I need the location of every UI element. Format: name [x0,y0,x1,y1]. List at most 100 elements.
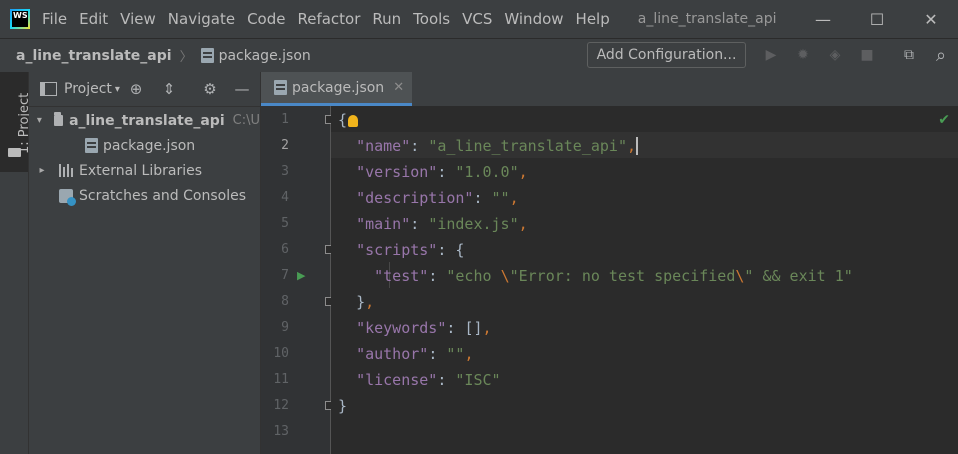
tab-label: package.json [292,79,385,96]
menu-window[interactable]: Window [498,10,569,28]
json-key: "name" [356,137,411,155]
json-value: "a_line_translate_api" [428,137,627,155]
colon: : [410,137,429,155]
tree-item-scratches[interactable]: Scratches and Consoles [29,183,260,208]
json-file-icon [274,80,287,95]
json-key: "test" [374,267,429,285]
gear-icon[interactable]: ⚙ [200,79,220,99]
tree-item-label: package.json [103,137,196,154]
menu-help[interactable]: Help [570,10,616,28]
menu-file[interactable]: File [36,10,73,28]
window-title: a_line_translate_api [637,11,777,27]
editor-gutter[interactable]: 1 2 3 4 5 6 7 8 9 10 11 12 13 ▶ [261,106,334,454]
scratches-icon [59,188,76,206]
close-button[interactable]: ✕ [904,0,958,38]
menu-edit[interactable]: Edit [73,10,114,28]
logo-text: WS [12,11,28,27]
chevron-right-icon[interactable]: ▸ [35,165,49,176]
stop-icon[interactable]: ■ [856,44,878,66]
line-number: 6 [281,242,289,257]
code-line-5: "main": "index.js", [338,211,528,237]
json-key: "main" [356,215,411,233]
tree-item-label: External Libraries [79,162,202,179]
breadcrumb-separator: 〉 [179,50,193,65]
colon: : [437,241,456,259]
editor-tab-bar: package.json ✕ [261,72,958,107]
json-key: "keywords" [356,319,447,337]
close-icon[interactable]: ✕ [393,80,404,95]
menu-navigate[interactable]: Navigate [162,10,241,28]
debug-icon[interactable]: ✹ [792,44,814,66]
line-number: 10 [273,346,289,361]
collapse-all-icon[interactable]: ⇕ [159,79,179,99]
code-line-3: "version": "1.0.0", [338,159,528,185]
project-tool-tab[interactable]: 1: Project [0,72,32,172]
code-line-7: "test": "echo \"Error: no test specified… [338,263,853,289]
colon: : [428,267,447,285]
project-view-selector[interactable]: Project [64,81,112,97]
lightbulb-icon[interactable] [348,115,359,127]
breadcrumb-file[interactable]: package.json [219,48,311,64]
tree-item-project-root[interactable]: ▾ a_line_translate_api C:\U [29,108,260,133]
json-key: "version" [356,163,438,181]
comma: , [365,293,375,311]
run-gutter-icon[interactable]: ▶ [297,263,305,289]
colon: : [428,345,447,363]
run-icon[interactable]: ▶ [760,44,782,66]
menu-code[interactable]: Code [241,10,291,28]
tree-item-label: Scratches and Consoles [79,187,246,204]
colon: : [446,319,465,337]
json-value: "ISC" [455,371,501,389]
coverage-icon[interactable]: ◈ [824,44,846,66]
breadcrumb-project[interactable]: a_line_translate_api [16,48,172,64]
tab-package-json[interactable]: package.json ✕ [261,72,412,106]
line-number: 4 [281,190,289,205]
add-configuration-button[interactable]: Add Configuration... [587,42,746,68]
project-path-hint: C:\U [232,113,260,128]
json-key: "scripts" [356,241,438,259]
line-number: 1 [281,112,289,127]
menu-refactor[interactable]: Refactor [291,10,366,28]
minimize-button[interactable]: — [796,0,850,38]
menu-run[interactable]: Run [366,10,407,28]
escape-char: \ [500,267,510,285]
chevron-down-icon[interactable]: ▾ [115,84,120,95]
menu-tools[interactable]: Tools [407,10,456,28]
line-number: 2 [281,138,289,153]
folder-icon [53,112,64,126]
line-number: 5 [281,216,289,231]
brace: { [455,241,465,259]
menu-vcs[interactable]: VCS [456,10,498,28]
json-key: "description" [356,189,474,207]
terminal-icon[interactable]: ⧉ [898,44,920,66]
colon: : [437,371,456,389]
chevron-down-icon[interactable]: ▾ [35,115,44,126]
comma: , [482,319,492,337]
folder-icon [8,148,21,157]
json-value: [] [464,319,483,337]
code-line-10: "author": "", [338,341,473,367]
colon: : [473,189,492,207]
colon: : [437,163,456,181]
hide-icon[interactable]: — [232,79,252,99]
json-value-part: " && exit 1" [744,267,853,285]
project-panel-header: Project ▾ ⊕ ⇕ ⚙ — [29,72,260,107]
maximize-button[interactable]: ☐ [850,0,904,38]
line-number: 9 [281,320,289,335]
webstorm-logo-icon[interactable]: WS [10,9,30,29]
brace: { [338,111,348,129]
code-line-4: "description": "", [338,185,519,211]
code-editor[interactable]: ✔ { "name": "a_line_translate_api", "ver… [331,106,958,454]
line-number: 13 [273,424,289,439]
locate-icon[interactable]: ⊕ [126,79,146,99]
inspection-ok-icon[interactable]: ✔ [938,112,950,128]
tree-item-package-json[interactable]: package.json [29,133,260,158]
left-tool-strip: 1: Project [0,72,32,454]
json-value: "1.0.0" [455,163,519,181]
project-panel: Project ▾ ⊕ ⇕ ⚙ — ▾ a_line_translate_api… [29,72,261,454]
code-line-6: "scripts": { [338,237,464,263]
tree-item-external-libraries[interactable]: ▸ External Libraries [29,158,260,183]
search-icon[interactable]: ⌕ [930,44,952,66]
json-value: "" [446,345,465,363]
menu-view[interactable]: View [114,10,162,28]
